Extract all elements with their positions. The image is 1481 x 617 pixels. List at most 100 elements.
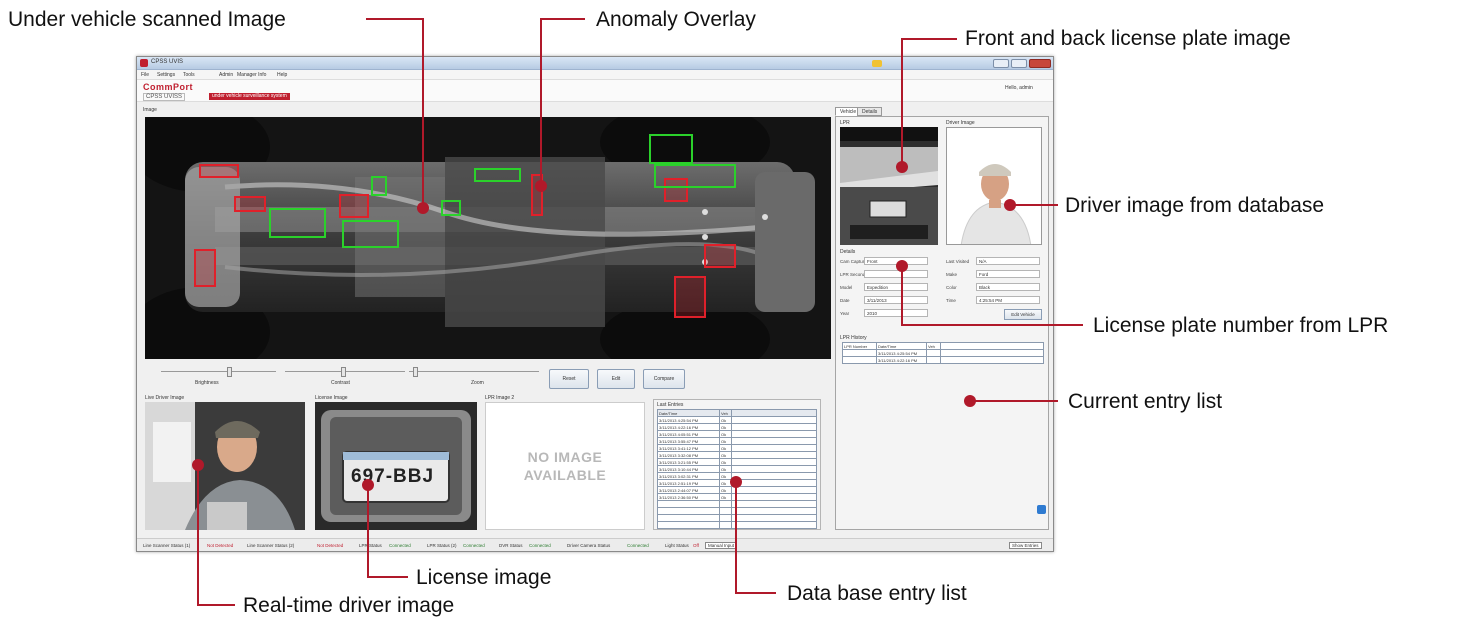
menu-admin[interactable]: Admin [219, 72, 233, 78]
table-row[interactable]: 3/11/2013 4:25:54 PM [842, 349, 1044, 357]
column-header-veh[interactable]: Veh [719, 409, 732, 417]
driver-image-from-database [946, 127, 1042, 245]
detail-row: Last Visited N/A [946, 257, 1046, 266]
menu-settings[interactable]: Settings [157, 72, 175, 78]
entry-datetime: 3/11/2013 4:22:16 PM [657, 423, 720, 431]
callout-under-vehicle-scanned-image: Under vehicle scanned Image [8, 8, 286, 31]
column-header-datetime[interactable]: Date/Time [876, 342, 927, 350]
detail-row: Time 4:25:54 PM [946, 296, 1046, 305]
entry-status: Ok [719, 486, 732, 494]
column-header-lpr-number[interactable]: LPR Number [842, 342, 877, 350]
menu-file[interactable]: File [141, 72, 149, 78]
lpr-section-label: LPR [840, 120, 850, 126]
menu-help[interactable]: Help [277, 72, 287, 78]
help-icon[interactable] [1037, 505, 1046, 514]
table-row[interactable]: 3/11/2013 2:36:50 PM Ok [657, 493, 817, 501]
brightness-slider[interactable] [161, 367, 276, 377]
callout-database-entry-list: Data base entry list [787, 582, 967, 605]
detail-row: Color Black [946, 283, 1046, 292]
notification-icon[interactable] [872, 60, 882, 67]
contrast-thumb[interactable] [341, 367, 346, 377]
detail-value-field[interactable]: 4:25:54 PM [976, 296, 1040, 304]
database-entry-list: Last Entries Date/Time Veh 3/11/2013 4:2… [653, 399, 821, 530]
close-button[interactable] [1029, 59, 1051, 68]
lpr-history-table: LPR Number Date/Time Veh 3/11/2013 4:25:… [842, 342, 1044, 364]
table-row[interactable]: 3/11/2013 3:21:55 PM Ok [657, 458, 817, 466]
table-row[interactable]: 3/11/2013 4:22:16 PM Ok [657, 423, 817, 431]
zoom-thumb[interactable] [413, 367, 418, 377]
detail-value-field[interactable]: Black [976, 283, 1040, 291]
entry-datetime: 3/11/2013 3:41:12 PM [657, 444, 720, 452]
entry-datetime: 3/11/2013 3:02:31 PM [657, 472, 720, 480]
table-row[interactable]: 3/11/2013 3:41:12 PM Ok [657, 444, 817, 452]
entry-datetime: 3/11/2013 4:25:54 PM [657, 416, 720, 424]
show-entries-button[interactable]: Show Entries [1009, 542, 1042, 549]
edit-button[interactable]: Edit [597, 369, 635, 389]
table-row[interactable]: 3/11/2013 3:10:44 PM Ok [657, 465, 817, 473]
entry-datetime: 3/11/2013 2:36:50 PM [657, 493, 720, 501]
contrast-slider[interactable] [285, 367, 405, 377]
title-bar: CPSS UVIS [137, 57, 1053, 70]
entry-status: Ok [719, 444, 732, 452]
entry-datetime: 3/11/2013 3:55:47 PM [657, 437, 720, 445]
entry-status: Ok [719, 423, 732, 431]
app-icon [140, 59, 148, 67]
callout-license-plate-number-lpr: License plate number from LPR [1093, 314, 1389, 337]
edit-vehicle-button[interactable]: Edit Vehicle [1004, 309, 1042, 320]
entry-datetime [657, 514, 720, 522]
table-row[interactable]: 3/11/2013 2:44:07 PM Ok [657, 486, 817, 494]
under-vehicle-scan-image[interactable] [145, 117, 831, 359]
entry-status [719, 500, 732, 508]
right-panel: LPR Driver Image Details Cam Capture Fro… [835, 116, 1049, 530]
reset-button[interactable]: Reset [549, 369, 589, 389]
detail-value-field[interactable]: 3/11/2013 [864, 296, 928, 304]
driver-db-photo-graphic [947, 128, 1041, 244]
history-lpr-number [842, 349, 877, 357]
menu-manager-info[interactable]: Manager Info [237, 72, 266, 78]
compare-button[interactable]: Compare [643, 369, 685, 389]
table-row[interactable]: 3/11/2013 3:02:31 PM Ok [657, 472, 817, 480]
table-row[interactable]: 3/11/2013 4:05:51 PM Ok [657, 430, 817, 438]
minimize-button[interactable] [993, 59, 1009, 68]
entry-datetime: 3/11/2013 3:32:08 PM [657, 451, 720, 459]
table-row[interactable]: 3/11/2013 3:55:47 PM Ok [657, 437, 817, 445]
menu-bar: File Settings Tools Admin Manager Info H… [137, 70, 1053, 80]
manual-input-button[interactable]: Manual Input [705, 542, 738, 549]
current-entry-list: LPR History LPR Number Date/Time Veh 3/1… [840, 335, 1046, 525]
lpr-number-field[interactable] [864, 270, 928, 278]
detail-row: Cam Capture Front [840, 257, 930, 266]
table-row[interactable] [657, 507, 817, 515]
table-row[interactable]: 3/11/2013 3:32:08 PM Ok [657, 451, 817, 459]
lpr-history-label: LPR History [840, 335, 867, 341]
detail-value-field[interactable]: Front [864, 257, 928, 265]
column-header-datetime[interactable]: Date/Time [657, 409, 720, 417]
table-row[interactable] [657, 521, 817, 529]
brand-tagline: under vehicle surveillance system [209, 93, 290, 100]
detail-value-field[interactable]: Expedition [864, 283, 928, 291]
table-row[interactable] [657, 514, 817, 522]
brightness-thumb[interactable] [227, 367, 232, 377]
table-row[interactable]: 3/11/2013 2:51:19 PM Ok [657, 479, 817, 487]
detail-value-field[interactable]: Ford [976, 270, 1040, 278]
entry-datetime [657, 500, 720, 508]
license-plate-text: 697-BBJ [351, 466, 435, 487]
tab-details[interactable]: Details [857, 107, 883, 116]
table-row[interactable]: 3/11/2013 4:22:16 PM [842, 356, 1044, 364]
detail-value-field[interactable]: N/A [976, 257, 1040, 265]
detail-value-field[interactable]: 2010 [864, 309, 928, 317]
status-label: Line Scanner Status (1) [143, 543, 191, 548]
maximize-button[interactable] [1011, 59, 1027, 68]
column-header-veh[interactable]: Veh [926, 342, 941, 350]
entry-status: Ok [719, 472, 732, 480]
license-image: 697-BBJ [315, 402, 477, 530]
detail-row: LPR Secondary [840, 270, 930, 279]
status-label: Light Status [665, 543, 689, 548]
details-section-label: Details [840, 249, 856, 255]
table-row[interactable]: 3/11/2013 4:25:54 PM Ok [657, 416, 817, 424]
status-label: Line Scanner Status (2) [247, 543, 295, 548]
menu-tools[interactable]: Tools [183, 72, 195, 78]
status-value: Connected [529, 543, 551, 548]
scan-graphic [145, 117, 831, 359]
table-row[interactable] [657, 500, 817, 508]
zoom-slider[interactable] [409, 367, 539, 377]
